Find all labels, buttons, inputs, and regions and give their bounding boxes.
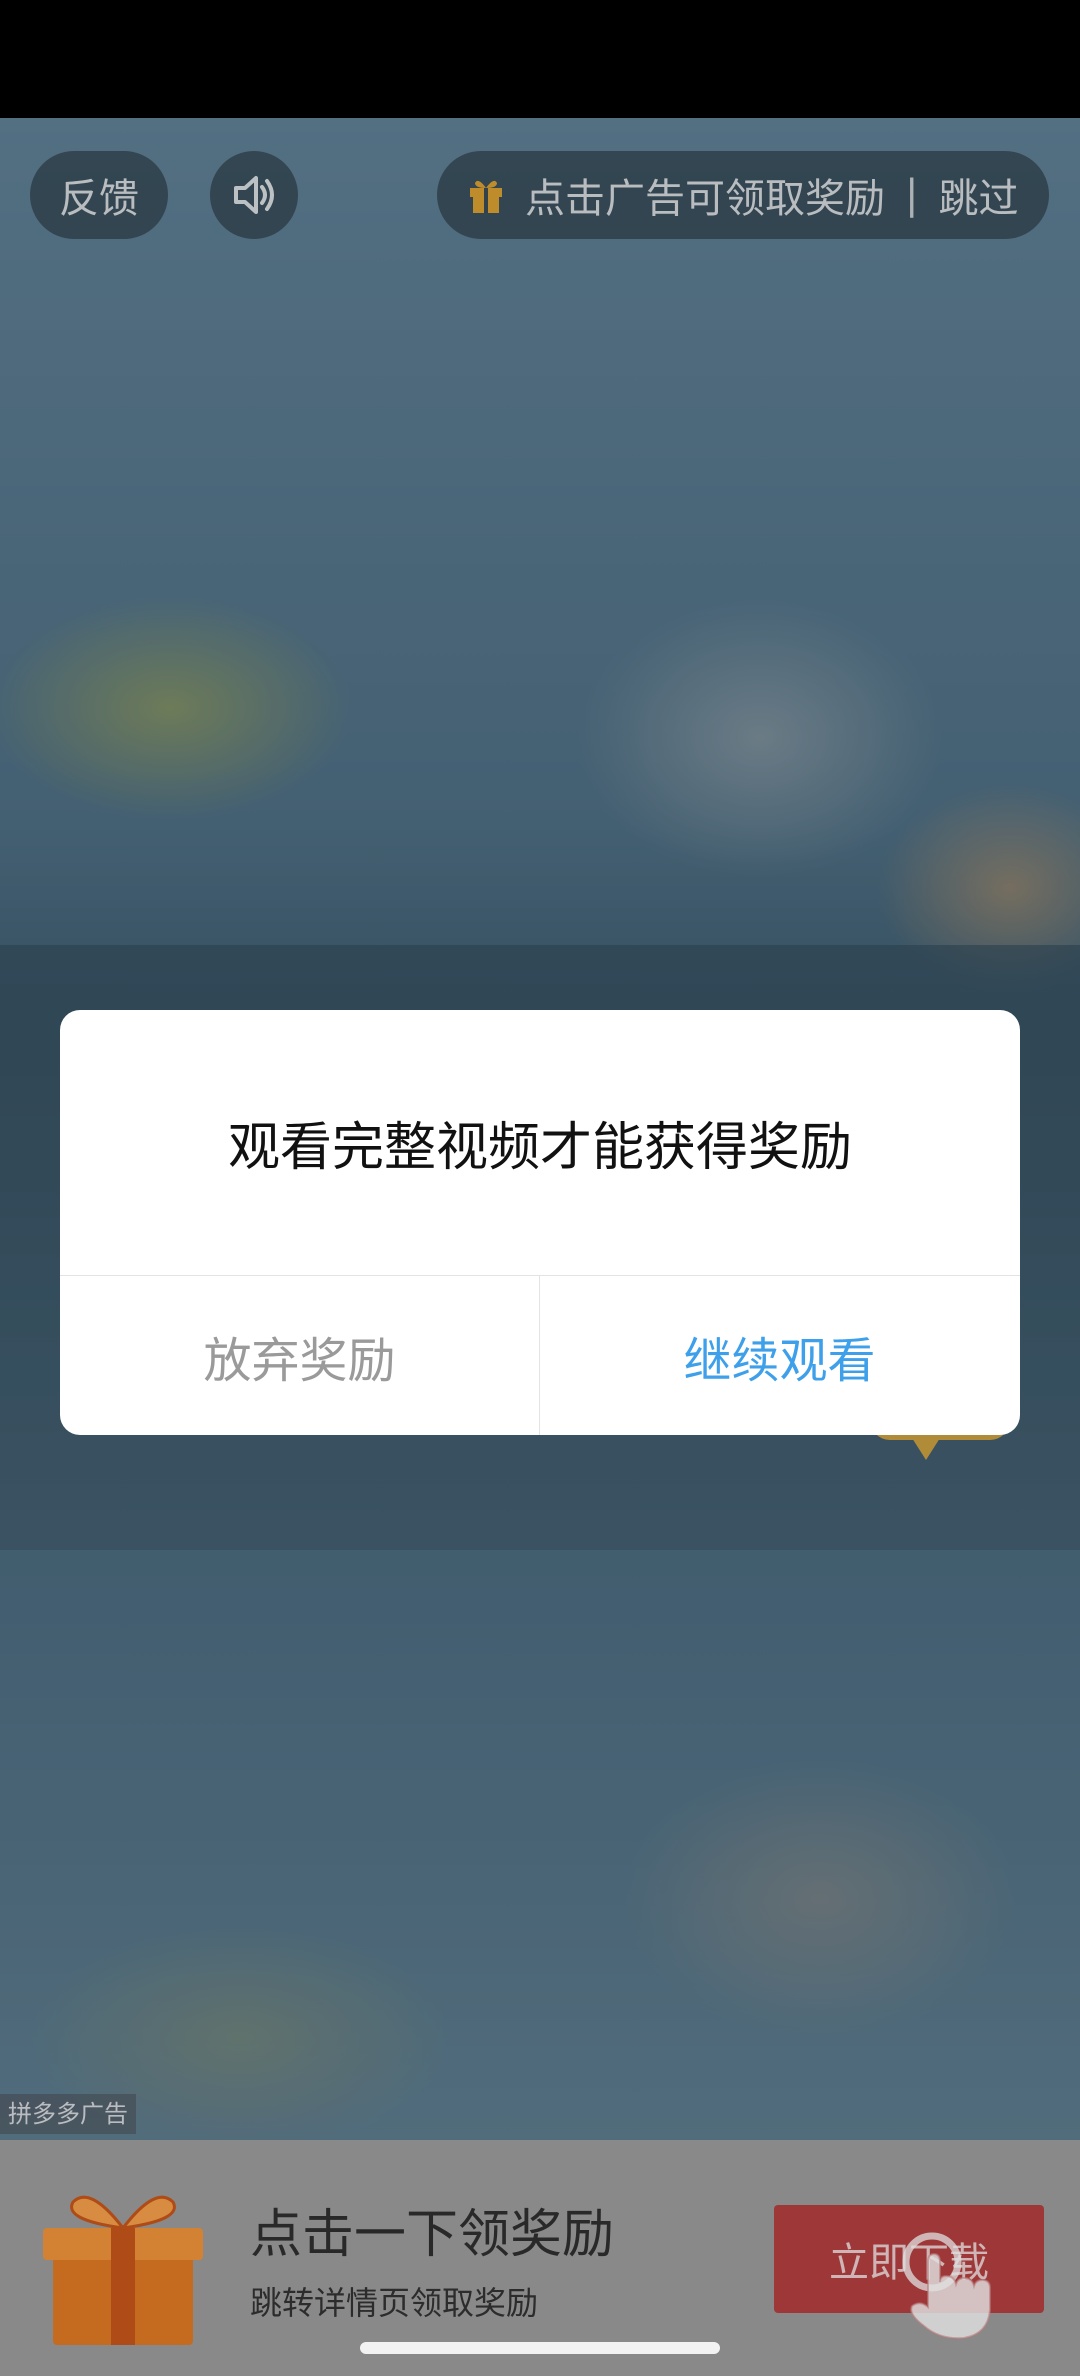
home-indicator[interactable]	[360, 2342, 720, 2354]
screen: 反馈 点击广告可领取奖励 | 跳过 拼多多广告 点击一下领奖励 跳转详情页领取奖…	[0, 0, 1080, 2376]
reward-confirm-dialog: 观看完整视频才能获得奖励 放弃奖励 继续观看	[60, 1010, 1020, 1435]
dialog-message: 观看完整视频才能获得奖励	[227, 1118, 852, 1178]
abandon-reward-button[interactable]: 放弃奖励	[60, 1276, 539, 1435]
status-bar	[0, 0, 1080, 118]
continue-watching-button[interactable]: 继续观看	[540, 1276, 1019, 1435]
